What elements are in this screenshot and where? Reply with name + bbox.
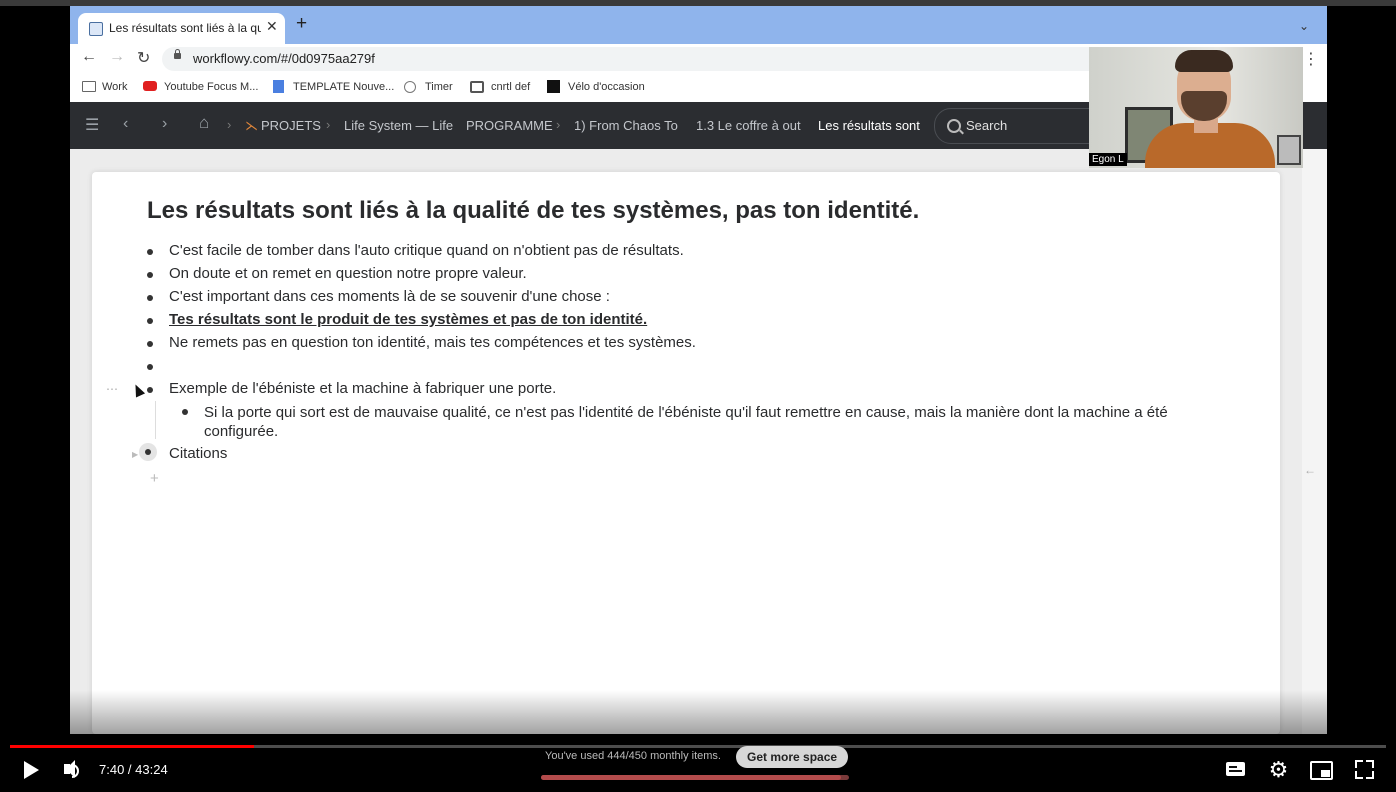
forward-arrow-icon[interactable]: → bbox=[109, 48, 125, 66]
get-more-space-button[interactable]: Get more space bbox=[736, 746, 849, 768]
webcam-name-label: Egon L bbox=[1089, 153, 1127, 166]
bullet-icon[interactable] bbox=[147, 387, 153, 393]
close-icon[interactable]: ✕ bbox=[266, 18, 278, 35]
bookmark-work[interactable]: Work bbox=[102, 81, 127, 93]
browser-tab[interactable]: Les résultats sont liés à la qualité de … bbox=[78, 13, 285, 44]
document-card: Les résultats sont liés à la qualité de … bbox=[92, 172, 1280, 734]
list-item-text[interactable]: Citations bbox=[169, 445, 227, 462]
list-sub-item[interactable]: Si la porte qui sort est de mauvaise qua… bbox=[182, 403, 1222, 441]
url-text: workflowy.com/#/0d0975aa279f bbox=[193, 51, 375, 66]
usage-meter bbox=[541, 775, 849, 780]
usage-toast-message: You've used 444/450 monthly items. bbox=[545, 750, 721, 762]
bookmark-cnrtl[interactable]: cnrtl def bbox=[491, 81, 530, 93]
project-icon: ⋋ bbox=[245, 118, 258, 133]
list-item-text-emphasis[interactable]: Tes résultats sont le produit de tes sys… bbox=[169, 311, 647, 328]
breadcrumb-separator: › bbox=[556, 117, 561, 132]
more-menu-icon[interactable]: ⋮ bbox=[1303, 49, 1319, 69]
breadcrumb-current: Les résultats sont bbox=[818, 118, 920, 133]
bullet-icon[interactable] bbox=[147, 295, 153, 301]
bullet-icon[interactable] bbox=[147, 249, 153, 255]
list-item-text[interactable]: Exemple de l'ébéniste et la machine à fa… bbox=[169, 380, 556, 397]
mouse-cursor-icon bbox=[130, 382, 146, 398]
address-bar[interactable]: workflowy.com/#/0d0975aa279f bbox=[162, 47, 1222, 71]
volume-icon[interactable] bbox=[64, 760, 75, 778]
breadcrumb-from-chaos[interactable]: 1) From Chaos To bbox=[574, 118, 682, 133]
list-sub-item-text[interactable]: Si la porte qui sort est de mauvaise qua… bbox=[204, 403, 1222, 441]
bullet-icon[interactable] bbox=[147, 272, 153, 278]
timer-icon bbox=[404, 81, 416, 93]
youtube-icon bbox=[143, 81, 157, 91]
list-item-text[interactable]: C'est important dans ces moments là de s… bbox=[169, 288, 610, 305]
play-icon[interactable] bbox=[24, 761, 39, 779]
list-item-text[interactable]: On doute et on remet en question notre p… bbox=[169, 265, 527, 282]
breadcrumb-separator: › bbox=[227, 117, 232, 132]
tab-bar: Les résultats sont liés à la qualité de … bbox=[70, 6, 1327, 44]
breadcrumb-separator: › bbox=[326, 117, 331, 132]
doc-icon bbox=[273, 80, 284, 93]
drag-handle-icon[interactable]: ⋯ bbox=[106, 382, 119, 396]
bookmark-template[interactable]: TEMPLATE Nouve... bbox=[293, 81, 394, 93]
breadcrumb-coffre[interactable]: 1.3 Le coffre à out bbox=[696, 118, 808, 133]
subtitles-icon[interactable] bbox=[1226, 762, 1245, 776]
menu-icon[interactable]: ☰ bbox=[85, 115, 99, 135]
search-icon bbox=[947, 119, 961, 133]
children-guide-line bbox=[155, 401, 156, 439]
webcam-picture-frame-small bbox=[1277, 135, 1301, 165]
right-sidebar-track bbox=[1302, 149, 1327, 734]
back-chevron-icon[interactable]: ‹ bbox=[123, 115, 128, 133]
forward-chevron-icon[interactable]: › bbox=[162, 115, 167, 133]
bookmark-timer[interactable]: Timer bbox=[425, 81, 453, 93]
tab-title: Les résultats sont liés à la qualité de … bbox=[109, 21, 261, 35]
video-player[interactable]: Les résultats sont liés à la qualité de … bbox=[0, 0, 1396, 792]
bullet-icon[interactable] bbox=[145, 449, 151, 455]
breadcrumb-life-system[interactable]: Life System — Life bbox=[344, 118, 454, 133]
reload-icon[interactable]: ↻ bbox=[137, 48, 150, 68]
chevron-down-icon[interactable]: ⌄ bbox=[1299, 19, 1309, 33]
back-arrow-icon[interactable]: ← bbox=[81, 48, 97, 66]
time-display: 7:40 / 43:24 bbox=[99, 762, 168, 777]
workflowy-canvas: Les résultats sont liés à la qualité de … bbox=[70, 149, 1302, 734]
miniplayer-icon[interactable] bbox=[1310, 761, 1333, 780]
webcam-person-hair bbox=[1175, 50, 1233, 72]
search-placeholder: Search bbox=[966, 118, 1008, 133]
new-tab-plus-icon[interactable]: + bbox=[296, 14, 307, 33]
bike-site-icon bbox=[547, 80, 560, 93]
lock-icon bbox=[174, 49, 181, 59]
home-icon[interactable]: ⌂ bbox=[199, 113, 209, 133]
bullet-icon[interactable] bbox=[147, 318, 153, 324]
bookmark-youtube-focus[interactable]: Youtube Focus M... bbox=[164, 81, 258, 93]
breadcrumb-programme[interactable]: PROGRAMME bbox=[466, 118, 553, 133]
breadcrumb-projets[interactable]: PROJETS bbox=[261, 118, 321, 133]
bullet-icon[interactable] bbox=[182, 409, 188, 415]
expand-triangle-icon[interactable]: ▶ bbox=[132, 450, 138, 459]
webcam-overlay: Egon L bbox=[1089, 47, 1303, 168]
bookmark-velo[interactable]: Vélo d'occasion bbox=[568, 81, 645, 93]
bullet-icon[interactable] bbox=[147, 341, 153, 347]
bullet-icon[interactable] bbox=[147, 364, 153, 370]
gear-icon[interactable]: ⚙ bbox=[1268, 759, 1289, 781]
cnrtl-icon bbox=[470, 81, 484, 93]
workflowy-favicon-icon bbox=[89, 22, 103, 36]
sidebar-arrow-icon[interactable]: ← bbox=[1304, 463, 1316, 477]
progress-played bbox=[10, 745, 254, 748]
list-item-text[interactable]: Ne remets pas en question ton identité, … bbox=[169, 334, 696, 351]
page-title[interactable]: Les résultats sont liés à la qualité de … bbox=[147, 197, 919, 225]
folder-icon bbox=[82, 81, 96, 92]
add-item-button[interactable]: + bbox=[150, 470, 159, 487]
progress-bar[interactable] bbox=[10, 745, 1386, 748]
fullscreen-icon[interactable] bbox=[1355, 760, 1374, 779]
list-item-text[interactable]: C'est facile de tomber dans l'auto criti… bbox=[169, 242, 684, 259]
